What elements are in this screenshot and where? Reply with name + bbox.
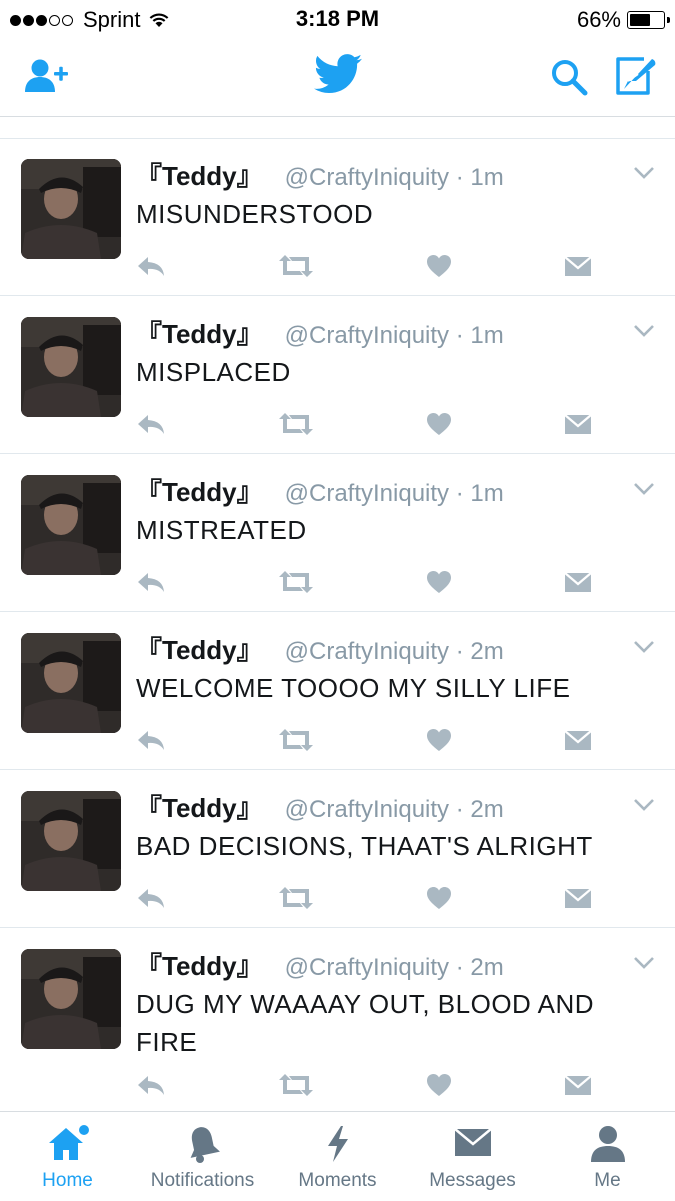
avatar[interactable]	[21, 791, 121, 891]
retweet-icon[interactable]	[278, 883, 314, 913]
home-icon	[48, 1125, 89, 1160]
tweet[interactable]: 『Teddy』 @CraftyIniquity · 1m MISUNDERSTOO…	[0, 138, 675, 296]
handle-time[interactable]: @CraftyIniquity · 1m	[285, 480, 504, 507]
reply-icon[interactable]	[136, 409, 166, 439]
direct-message-icon[interactable]	[564, 409, 592, 439]
like-icon[interactable]	[426, 1070, 452, 1100]
add-user-icon[interactable]	[24, 58, 70, 94]
handle-time[interactable]: @CraftyIniquity · 1m	[285, 322, 504, 349]
tweet-actions	[136, 883, 606, 913]
direct-message-icon[interactable]	[564, 1070, 592, 1100]
avatar[interactable]	[21, 949, 121, 1049]
tweet-actions	[136, 725, 606, 755]
tweet-text: DUG MY WAAAAY OUT, BLOOD AND FIRE	[136, 989, 595, 1057]
like-icon[interactable]	[426, 725, 452, 755]
tweet-text: MISPLACED	[136, 357, 291, 387]
direct-message-icon[interactable]	[564, 567, 592, 597]
avatar[interactable]	[21, 159, 121, 259]
wifi-icon	[150, 13, 169, 27]
envelope-icon	[453, 1128, 492, 1156]
handle-time[interactable]: @CraftyIniquity · 2m	[285, 638, 504, 665]
tab-label: Home	[42, 1170, 93, 1191]
battery-percent: 66%	[576, 7, 621, 32]
tweet[interactable]: 『Teddy』 @CraftyIniquity · 1m MISTREATED	[0, 454, 675, 612]
battery-status: 66%	[576, 7, 670, 33]
display-name[interactable]: 『Teddy』	[136, 951, 263, 981]
carrier-signal: Sprint	[10, 7, 170, 33]
retweet-icon[interactable]	[278, 567, 314, 597]
search-icon[interactable]	[550, 58, 588, 96]
twitter-bird-logo[interactable]	[314, 54, 362, 94]
tab-label: Me	[594, 1170, 621, 1191]
chevron-down-icon[interactable]	[633, 956, 655, 970]
chevron-down-icon[interactable]	[633, 166, 655, 180]
tab-me[interactable]: Me	[540, 1112, 675, 1201]
avatar[interactable]	[21, 633, 121, 733]
direct-message-icon[interactable]	[564, 883, 592, 913]
tab-label: Messages	[429, 1170, 516, 1191]
bell-icon	[190, 1127, 220, 1163]
display-name[interactable]: 『Teddy』	[136, 793, 263, 823]
tab-bar: Home Notifications Moments Messages Me	[0, 1111, 675, 1201]
tweet[interactable]: 『Teddy』 @CraftyIniquity · 2m WELCOME TOOO…	[0, 612, 675, 770]
reply-icon[interactable]	[136, 883, 166, 913]
tab-notifications[interactable]: Notifications	[135, 1112, 270, 1201]
display-name[interactable]: 『Teddy』	[136, 319, 263, 349]
tweet-actions	[136, 409, 606, 439]
retweet-icon[interactable]	[278, 725, 314, 755]
carrier-name: Sprint	[83, 7, 141, 32]
tweet[interactable]: 『Teddy』 @CraftyIniquity · 2m BAD DECISION…	[0, 770, 675, 928]
like-icon[interactable]	[426, 409, 452, 439]
tab-moments[interactable]: Moments	[270, 1112, 405, 1201]
reply-icon[interactable]	[136, 251, 166, 281]
battery-level	[630, 14, 651, 26]
tweet-actions	[136, 567, 606, 597]
tweet-text: MISUNDERSTOOD	[136, 199, 374, 229]
retweet-icon[interactable]	[278, 1070, 314, 1100]
display-name[interactable]: 『Teddy』	[136, 635, 263, 665]
display-name[interactable]: 『Teddy』	[136, 477, 263, 507]
tweet[interactable]: 『Teddy』 @CraftyIniquity · 2m DUG MY WAAAA…	[0, 928, 675, 1103]
reply-icon[interactable]	[136, 567, 166, 597]
nav-header	[0, 38, 675, 117]
tweet-actions	[136, 1070, 606, 1100]
signal-strength-icon	[10, 14, 75, 26]
avatar[interactable]	[21, 317, 121, 417]
retweet-icon[interactable]	[278, 251, 314, 281]
tab-label: Moments	[298, 1170, 377, 1191]
person-icon	[590, 1126, 625, 1162]
tweet-text: WELCOME TOOOO MY SILLY LIFE	[136, 673, 571, 703]
chevron-down-icon[interactable]	[633, 640, 655, 654]
like-icon[interactable]	[426, 251, 452, 281]
tweet-actions	[136, 251, 606, 281]
handle-time[interactable]: @CraftyIniquity · 1m	[285, 164, 504, 191]
like-icon[interactable]	[426, 567, 452, 597]
chevron-down-icon[interactable]	[633, 482, 655, 496]
lightning-icon	[327, 1126, 348, 1162]
tab-messages[interactable]: Messages	[405, 1112, 540, 1201]
tweet[interactable]: 『Teddy』 @CraftyIniquity · 1m MISPLACED	[0, 296, 675, 454]
reply-icon[interactable]	[136, 1070, 166, 1100]
tweet-text: MISTREATED	[136, 515, 307, 545]
reply-icon[interactable]	[136, 725, 166, 755]
timeline: 『Teddy』 @CraftyIniquity · 1m MISUNDERSTOO…	[0, 138, 675, 1103]
like-icon[interactable]	[426, 883, 452, 913]
display-name[interactable]: 『Teddy』	[136, 161, 263, 191]
tab-label: Notifications	[150, 1170, 255, 1191]
compose-icon[interactable]	[614, 55, 658, 97]
handle-time[interactable]: @CraftyIniquity · 2m	[285, 796, 504, 823]
chevron-down-icon[interactable]	[633, 324, 655, 338]
retweet-icon[interactable]	[278, 409, 314, 439]
chevron-down-icon[interactable]	[633, 798, 655, 812]
direct-message-icon[interactable]	[564, 725, 592, 755]
status-bar: Sprint 3:18 PM 66%	[0, 0, 675, 38]
timeline-gap	[0, 117, 675, 139]
tab-home[interactable]: Home	[0, 1112, 135, 1201]
direct-message-icon[interactable]	[564, 251, 592, 281]
handle-time[interactable]: @CraftyIniquity · 2m	[285, 954, 504, 981]
avatar[interactable]	[21, 475, 121, 575]
battery-icon	[627, 11, 670, 29]
tweet-text: BAD DECISIONS, THAAT'S ALRIGHT	[136, 831, 593, 861]
